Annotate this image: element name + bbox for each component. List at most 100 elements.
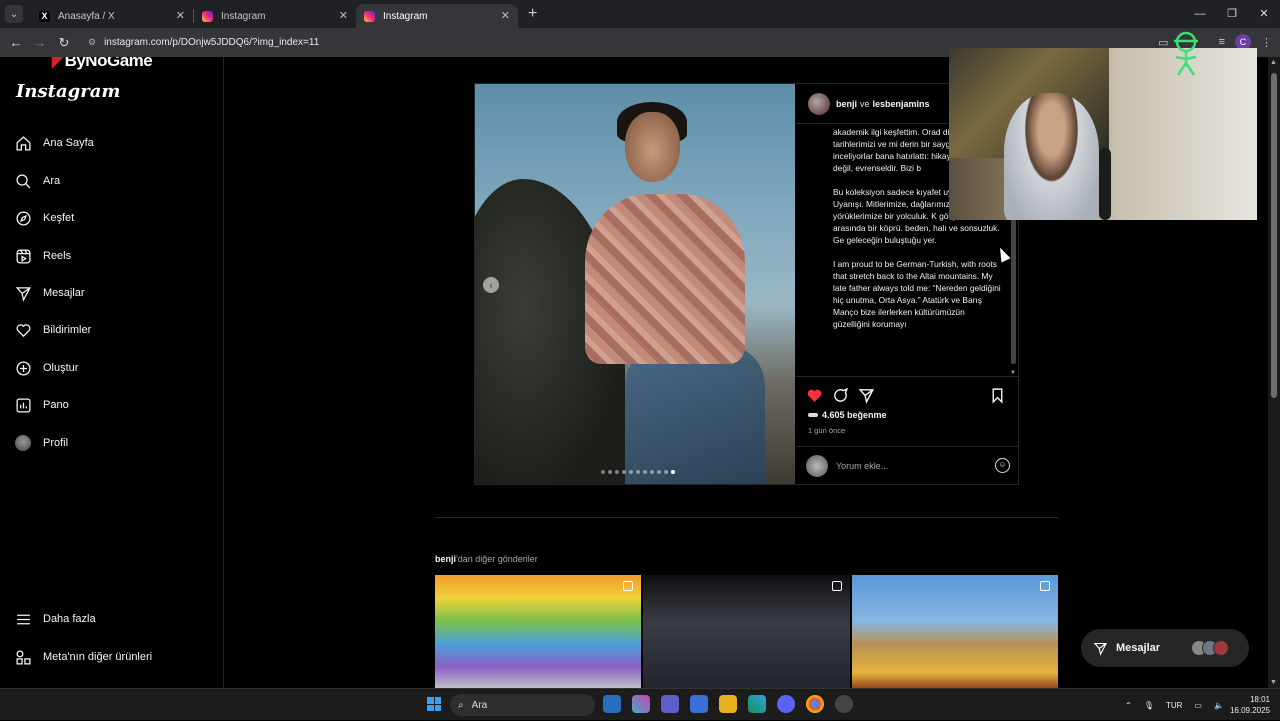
sidebar-item-explore[interactable]: Keşfet xyxy=(14,209,74,227)
sidebar-item-meta-products[interactable]: Meta'nın diğer ürünleri xyxy=(14,648,152,666)
instagram-icon xyxy=(364,10,375,22)
sidebar-item-label: Keşfet xyxy=(43,212,75,224)
close-icon[interactable]: ✕ xyxy=(501,9,510,22)
post-dialog: ‹ benji ve lesbenjamins ••• akademik ilg… xyxy=(474,83,1019,485)
discord-icon[interactable] xyxy=(777,695,795,713)
reload-button[interactable]: ↻ xyxy=(52,35,76,51)
multi-image-icon xyxy=(831,581,842,591)
browser-menu-icon[interactable]: ⋮ xyxy=(1261,36,1272,49)
instagram-icon xyxy=(202,10,213,22)
copilot-icon[interactable] xyxy=(632,695,650,713)
sidebar-item-home[interactable]: Ana Sayfa xyxy=(14,134,94,152)
more-posts-suffix: 'dan diğer gönderiler xyxy=(456,554,538,564)
carousel-dots xyxy=(601,470,675,474)
tab-instagram-1[interactable]: Instagram ✕ xyxy=(194,4,356,28)
language-indicator[interactable]: TUR xyxy=(1166,701,1182,710)
likes-count[interactable]: 4.605 beğenme xyxy=(808,410,887,420)
clock-time: 18:01 xyxy=(1249,695,1270,704)
site-info-icon[interactable]: ⚙ xyxy=(88,37,96,48)
close-icon[interactable]: ✕ xyxy=(339,9,348,22)
close-icon[interactable]: ✕ xyxy=(176,9,185,22)
message-avatars xyxy=(1191,640,1229,656)
scroll-up-arrow[interactable]: ▲ xyxy=(1270,59,1277,66)
meta-products-icon xyxy=(14,648,32,666)
more-posts-author[interactable]: benji xyxy=(435,554,456,564)
liker-avatars xyxy=(808,413,818,417)
store-icon[interactable] xyxy=(690,695,708,713)
app-icon[interactable] xyxy=(835,695,853,713)
comment-input[interactable]: Yorum ekle... xyxy=(836,461,888,471)
network-icon[interactable]: ▭ xyxy=(1194,701,1202,710)
sidebar-item-label: Mesajlar xyxy=(43,287,85,299)
edge-icon[interactable] xyxy=(748,695,766,713)
bookmark-icon[interactable] xyxy=(989,387,1006,404)
taskbar-search[interactable]: ⌕ Ara xyxy=(450,694,595,716)
emoji-icon[interactable]: ☺ xyxy=(995,458,1010,473)
sidebar-item-more[interactable]: Daha fazla xyxy=(14,610,96,628)
start-button[interactable] xyxy=(427,697,441,711)
coauthor-username[interactable]: lesbenjamins xyxy=(873,99,930,109)
webcam-overlay xyxy=(949,48,1257,220)
clock[interactable]: 18:01 16.09.2025 xyxy=(1230,694,1270,716)
minimize-button[interactable]: — xyxy=(1184,0,1216,28)
carousel-prev-button[interactable]: ‹ xyxy=(483,277,499,293)
like-heart-icon[interactable] xyxy=(806,387,823,404)
reels-icon xyxy=(14,247,32,265)
send-icon xyxy=(14,284,32,302)
back-button[interactable]: ← xyxy=(4,35,28,50)
media-controls-icon[interactable]: ≡ xyxy=(1219,36,1225,48)
share-icon[interactable] xyxy=(858,387,875,404)
author-avatar[interactable] xyxy=(808,92,830,115)
sidebar-item-notifications[interactable]: Bildirimler xyxy=(14,321,91,339)
post-image[interactable]: ‹ xyxy=(475,84,795,484)
restore-button[interactable]: ❐ xyxy=(1216,0,1248,28)
microphone-icon[interactable]: 🎙 xyxy=(1144,701,1154,710)
author-username[interactable]: benji xyxy=(836,99,857,109)
volume-icon[interactable]: 🔈 xyxy=(1214,701,1224,710)
sidebar-item-dashboard[interactable]: Pano xyxy=(14,396,69,414)
chevron-up-icon[interactable]: ⌃ xyxy=(1125,701,1132,710)
new-tab-button[interactable]: + xyxy=(528,5,537,23)
sidebar-item-create[interactable]: Oluştur xyxy=(14,359,78,377)
forward-button[interactable]: → xyxy=(28,35,52,50)
tab-instagram-2[interactable]: Instagram ✕ xyxy=(356,4,518,28)
sidebar-item-label: Oluştur xyxy=(43,362,79,374)
section-divider xyxy=(435,517,1058,518)
close-window-button[interactable]: ✕ xyxy=(1248,0,1280,28)
chrome-icon[interactable] xyxy=(806,695,824,713)
actions-divider xyxy=(796,376,1018,377)
sidebar-item-search[interactable]: Ara xyxy=(14,172,60,190)
caption-paragraph: I am proud to be German-Turkish, with ro… xyxy=(833,259,1001,329)
carousel-dot xyxy=(636,470,640,474)
sidebar-item-label: Bildirimler xyxy=(43,324,92,336)
microphone xyxy=(1099,148,1111,220)
profile-avatar xyxy=(14,434,32,452)
tab-title: Anasayfa / X xyxy=(58,10,115,22)
teams-icon[interactable] xyxy=(661,695,679,713)
carousel-dot xyxy=(615,470,619,474)
messages-pill-label: Mesajlar xyxy=(1116,642,1161,654)
tab-search-button[interactable]: ⌄ xyxy=(5,5,23,23)
page-scrollbar[interactable]: ▲ ▼ xyxy=(1268,57,1280,688)
compass-icon xyxy=(14,209,32,227)
carousel-dot xyxy=(629,470,633,474)
post-thumbnail[interactable] xyxy=(435,575,642,688)
comment-icon[interactable] xyxy=(832,387,849,404)
scrollbar-thumb[interactable] xyxy=(1271,73,1277,398)
sidebar-item-reels[interactable]: Reels xyxy=(14,247,71,265)
menu-icon xyxy=(14,610,32,628)
post-thumbnail[interactable] xyxy=(643,575,850,688)
tab-x[interactable]: X Anasayfa / X ✕ xyxy=(31,4,193,28)
sidebar-item-profile[interactable]: Profil xyxy=(14,434,68,452)
heart-icon xyxy=(14,321,32,339)
sidebar-item-messages[interactable]: Mesajlar xyxy=(14,284,85,302)
app-icon[interactable] xyxy=(603,695,621,713)
scroll-down-arrow[interactable]: ▼ xyxy=(1270,679,1277,686)
messages-pill[interactable]: Mesajlar xyxy=(1081,629,1249,667)
instagram-logo[interactable]: Instagram xyxy=(16,81,120,102)
post-thumbnail[interactable] xyxy=(851,575,1058,688)
folder-icon[interactable] xyxy=(719,695,737,713)
sidebar-item-label: Pano xyxy=(43,399,69,411)
more-posts-grid xyxy=(435,575,1058,688)
post-time: 1 gün önce xyxy=(808,426,846,435)
